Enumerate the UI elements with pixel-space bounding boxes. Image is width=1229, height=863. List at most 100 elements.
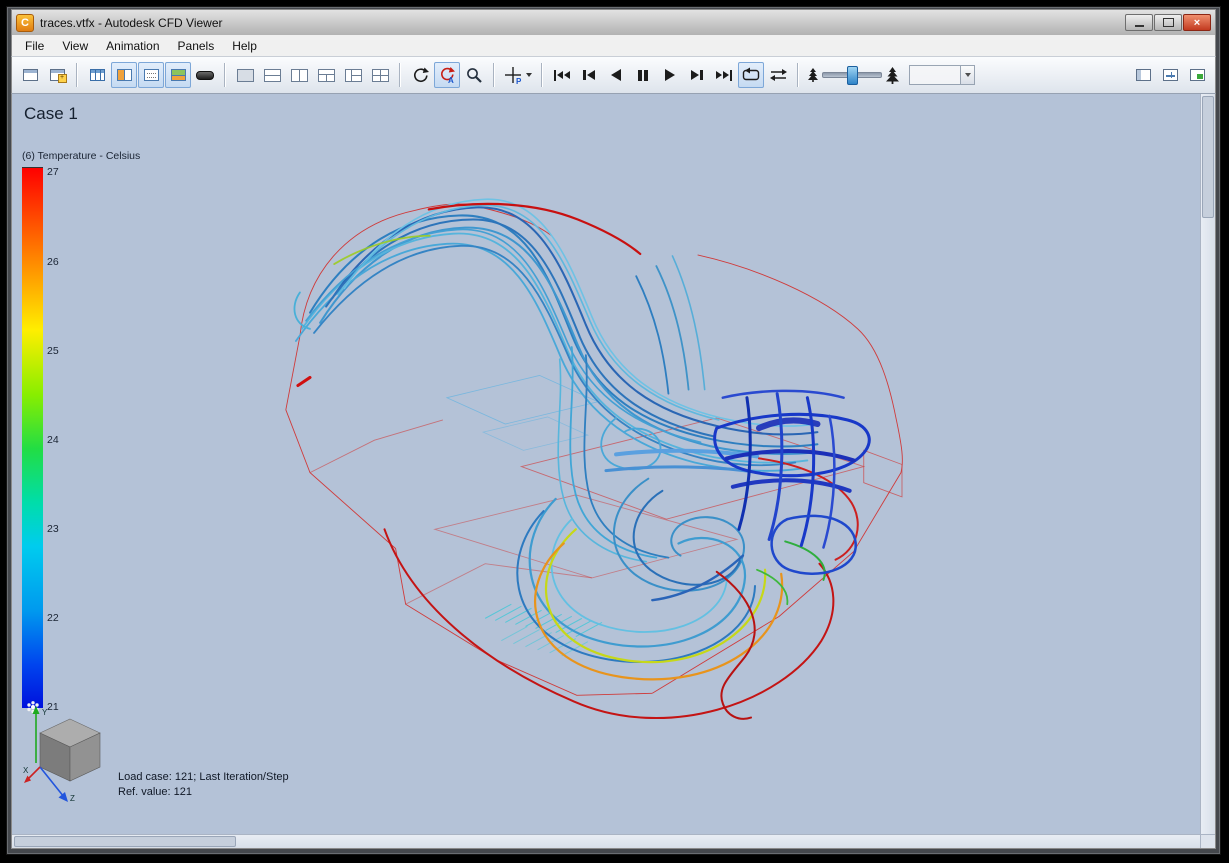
layout-quad-icon [371,68,389,82]
layout-single-button[interactable] [232,62,258,88]
chevron-down-icon [964,73,971,77]
zoom-button[interactable] [461,62,487,88]
speed-slider-thumb[interactable] [847,66,859,85]
status-line-2: Ref. value: 121 [118,786,192,798]
rotate-animate-button[interactable]: A [434,62,460,88]
menu-bar: File View Animation Panels Help [11,35,1216,57]
window-add-icon: + [49,69,67,83]
pane-add-button[interactable] [1157,62,1183,88]
hide-bar-button[interactable] [192,62,218,88]
rotate-animate-icon: A [440,66,455,85]
menu-animation[interactable]: Animation [97,37,168,55]
pause-icon [638,69,648,81]
app-logo-icon: C [16,13,34,32]
speed-slider-track[interactable] [822,66,882,85]
svg-text:P: P [516,77,522,85]
add-viewer-button[interactable]: + [44,62,70,88]
legend-gradient-bar [22,167,43,708]
pane-left-button[interactable] [1130,62,1156,88]
layout-vsplit-icon [290,68,308,82]
pane-left-icon [1135,69,1151,81]
toolbar-separator [224,63,226,87]
play-reverse-button[interactable] [603,62,629,88]
loop-bounce-button[interactable] [765,62,791,88]
legend-tick: 23 [47,522,59,535]
horizontal-scrollbar[interactable] [12,834,1200,848]
hide-bar-icon [196,70,214,80]
play-reverse-icon [611,69,621,81]
toolbar-separator [76,63,78,87]
frame-view-button[interactable] [138,62,164,88]
horizontal-scrollbar-thumb[interactable] [14,836,236,847]
play-forward-icon [665,69,675,81]
step-back-button[interactable] [576,62,602,88]
layout-quad-button[interactable] [367,62,393,88]
toolbar-separator [493,63,495,87]
skip-start-button[interactable] [549,62,575,88]
toolbar-separator [797,63,799,87]
pause-button[interactable] [630,62,656,88]
loop-repeat-icon [742,67,759,81]
minimize-button[interactable] [1125,14,1153,31]
loop-repeat-button[interactable] [738,62,764,88]
frame-combo-dropdown[interactable] [960,66,974,84]
layout-left-split-button[interactable] [340,62,366,88]
rotate-button[interactable] [407,62,433,88]
split-pane-icon [116,69,132,81]
axis-z-label: Z [70,794,75,803]
speed-fast-icon[interactable] [886,66,899,84]
animation-speed-control [808,66,899,85]
skip-end-icon [715,69,733,81]
layout-hsplit-button[interactable] [259,62,285,88]
cfd-scene[interactable] [12,94,1200,834]
pane-new-button[interactable] [1184,62,1210,88]
menu-view[interactable]: View [53,37,97,55]
scrollbar-corner [1200,834,1215,848]
probe-icon: P [505,66,522,85]
svg-text:A: A [448,76,454,85]
layout-left-split-icon [344,68,362,82]
legend-tick: 22 [47,611,59,624]
legend-tick-labels: 27 26 25 24 23 22 21 [47,166,73,713]
probe-button[interactable]: P [501,62,535,88]
nav-cube[interactable] [39,718,101,782]
layout-top-split-icon [317,68,335,82]
status-line-1: Load case: 121; Last Iteration/Step [118,771,289,783]
menu-help[interactable]: Help [223,37,266,55]
probe-dropdown-caret [526,73,532,77]
dense-cluster [713,389,871,575]
case-view-button[interactable] [165,62,191,88]
layout-single-icon [236,68,254,82]
legend-tick: 27 [47,166,59,179]
speed-slow-icon[interactable] [808,68,818,82]
layout-vsplit-button[interactable] [286,62,312,88]
skip-start-icon [553,69,571,81]
menu-file[interactable]: File [16,37,53,55]
frame-view-icon [143,69,159,81]
title-bar[interactable]: C traces.vtfx - Autodesk CFD Viewer × [11,9,1216,35]
legend-title: (6) Temperature - Celsius [22,150,141,162]
open-viewer-button[interactable] [17,62,43,88]
skip-end-button[interactable] [711,62,737,88]
layout-top-split-button[interactable] [313,62,339,88]
orientation-cube[interactable]: Y Z X [22,701,118,812]
render-viewport[interactable]: Case 1 (6) Temperature - Celsius 27 26 2… [12,94,1200,834]
pane-new-icon [1189,69,1205,81]
step-forward-button[interactable] [684,62,710,88]
status-readout: Load case: 121; Last Iteration/Step Ref.… [118,770,289,800]
table-button[interactable] [84,62,110,88]
play-forward-button[interactable] [657,62,683,88]
frame-combo[interactable] [909,65,975,85]
vertical-scrollbar[interactable] [1200,94,1215,834]
toolbar: + A P [11,57,1216,94]
split-pane-view-button[interactable] [111,62,137,88]
toolbar-separator [399,63,401,87]
maximize-button[interactable] [1154,14,1182,31]
close-button[interactable]: × [1183,14,1211,31]
loop-bounce-icon [769,69,787,81]
axis-x-label: X [23,766,29,775]
maximize-icon [1162,18,1174,27]
vertical-scrollbar-thumb[interactable] [1202,96,1214,218]
case-view-icon [170,69,186,81]
menu-panels[interactable]: Panels [169,37,224,55]
